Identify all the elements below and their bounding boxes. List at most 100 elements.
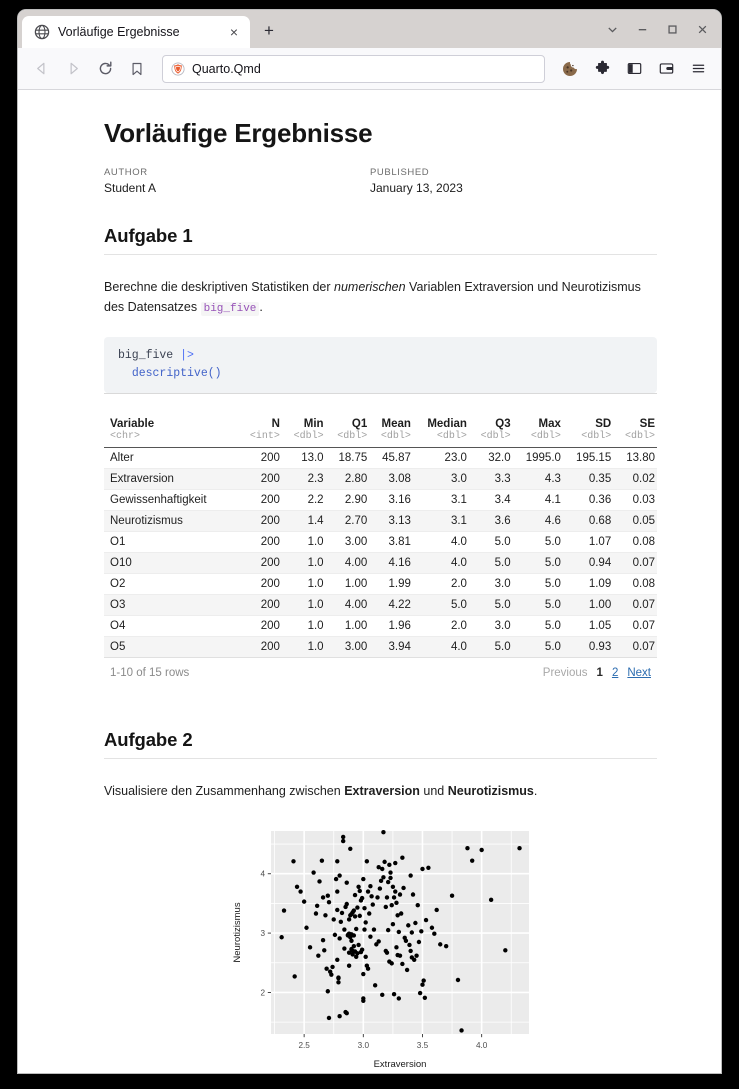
code-function-call: descriptive()	[131, 366, 222, 380]
data-point	[407, 873, 413, 878]
para2-bold-extraversion: Extraversion	[344, 783, 420, 798]
data-point	[297, 889, 303, 894]
data-point	[405, 923, 410, 928]
col-header-sd[interactable]: SD	[563, 414, 613, 431]
cell-value: 200	[238, 636, 282, 658]
cell-value: 4.16	[369, 552, 413, 574]
data-point	[321, 948, 326, 953]
data-point	[464, 845, 470, 851]
data-point	[307, 945, 312, 950]
section-heading-aufgabe-1: Aufgabe 1	[104, 225, 657, 255]
minimize-button[interactable]	[627, 15, 657, 43]
para2-bold-neurotizismus: Neurotizismus	[447, 783, 534, 798]
cell-value: 200	[238, 531, 282, 553]
forward-button-icon[interactable]	[58, 54, 88, 84]
data-point	[335, 975, 341, 980]
tab-title: Vorläufige Ergebnisse	[58, 25, 180, 39]
data-point	[376, 939, 381, 944]
cell-value: 5.0	[512, 636, 563, 658]
cell-value: 3.3	[468, 468, 513, 490]
cell-variable: O1	[104, 531, 239, 553]
col-header-se[interactable]: SE	[613, 414, 657, 431]
cell-value: 5.0	[512, 552, 563, 574]
data-point	[344, 1010, 349, 1016]
sidebar-panel-icon[interactable]	[619, 54, 649, 84]
col-header-max[interactable]: Max	[513, 414, 563, 431]
data-point	[407, 948, 413, 954]
data-point	[354, 905, 360, 910]
reload-button-icon[interactable]	[90, 54, 120, 84]
wallet-icon[interactable]	[651, 54, 681, 84]
cell-value: 3.0	[468, 615, 513, 637]
data-point	[281, 908, 286, 913]
close-window-button[interactable]	[687, 15, 717, 43]
col-header-median[interactable]: Median	[413, 414, 469, 431]
data-point	[384, 895, 389, 900]
col-header-min[interactable]: Min	[282, 414, 326, 431]
url-text[interactable]: Quarto.Qmd	[192, 62, 261, 76]
table-row: Neurotizismus 200 1.4 2.70 3.13 3.1 3.6 4.6 0.68…	[104, 510, 657, 532]
pagination-page-1[interactable]: 1	[597, 667, 603, 679]
data-point	[406, 942, 412, 948]
data-point	[351, 933, 356, 938]
cell-value: 18.75	[325, 447, 370, 469]
pagination-previous[interactable]: Previous	[543, 667, 588, 679]
data-point	[290, 859, 296, 864]
table-row: O1 200 1.0 3.00 3.81 4.0 5.0 5.0 1.07 0.08	[104, 531, 657, 553]
app-menu-icon[interactable]	[683, 54, 713, 84]
cell-value: 0.08	[613, 573, 657, 595]
data-point	[315, 953, 321, 958]
pagination-page-2[interactable]: 2	[612, 667, 618, 679]
cookie-icon[interactable]	[555, 54, 585, 84]
code-object: big_five	[118, 349, 174, 363]
descriptives-table: Variable N Min Q1 Mean Median Q3 Max SD …	[104, 414, 657, 658]
data-point	[338, 919, 343, 924]
new-tab-button[interactable]: +	[254, 16, 284, 46]
tab-list-chevron-icon[interactable]	[597, 15, 627, 43]
data-point	[419, 982, 425, 987]
tab-close-icon[interactable]: ×	[224, 22, 244, 42]
data-point	[344, 901, 349, 907]
data-point	[389, 961, 394, 966]
data-point	[360, 971, 366, 977]
data-point	[418, 929, 423, 934]
data-point	[367, 934, 373, 939]
section-1-paragraph: Berechne die deskriptiven Statistiken de…	[104, 277, 657, 319]
data-point	[425, 865, 431, 870]
cell-value: 3.00	[325, 531, 370, 553]
cell-value: 1.09	[562, 573, 614, 595]
data-point	[516, 845, 522, 851]
maximize-button[interactable]	[657, 15, 687, 43]
address-bar[interactable]: Quarto.Qmd	[162, 54, 545, 83]
data-point	[362, 920, 368, 925]
cell-value: 1.0	[281, 636, 326, 658]
navigation-toolbar: Quarto.Qmd	[18, 48, 721, 90]
cell-value: 200	[238, 552, 282, 574]
col-header-q1[interactable]: Q1	[326, 414, 370, 431]
table-footer: 1-10 of 15 rows Previous 1 2 Next	[104, 656, 657, 689]
col-header-mean[interactable]: Mean	[369, 414, 413, 431]
col-header-variable[interactable]: Variable	[104, 414, 238, 431]
col-header-n[interactable]: N	[238, 414, 282, 431]
bookmark-icon[interactable]	[122, 54, 152, 84]
data-point	[387, 875, 393, 881]
x-tick-label: 4.0	[475, 1041, 487, 1050]
data-point	[348, 938, 354, 943]
extensions-puzzle-icon[interactable]	[587, 54, 617, 84]
data-point	[360, 876, 366, 882]
pagination-next[interactable]: Next	[627, 667, 651, 679]
data-point	[379, 866, 384, 872]
data-point	[389, 902, 394, 908]
data-point	[366, 911, 371, 916]
back-button-icon[interactable]	[26, 54, 56, 84]
cell-value: 0.02	[613, 468, 657, 490]
data-point	[449, 893, 454, 898]
col-header-q3[interactable]: Q3	[469, 414, 513, 431]
browser-tab[interactable]: Vorläufige Ergebnisse ×	[22, 16, 250, 48]
document-metadata: AUTHOR Student A PUBLISHED January 13, 2…	[104, 167, 657, 195]
cell-value: 1.05	[562, 615, 614, 637]
data-point	[334, 957, 339, 962]
cell-value: 3.6	[468, 510, 513, 532]
data-point	[355, 884, 361, 889]
cell-value: 3.13	[369, 510, 413, 532]
